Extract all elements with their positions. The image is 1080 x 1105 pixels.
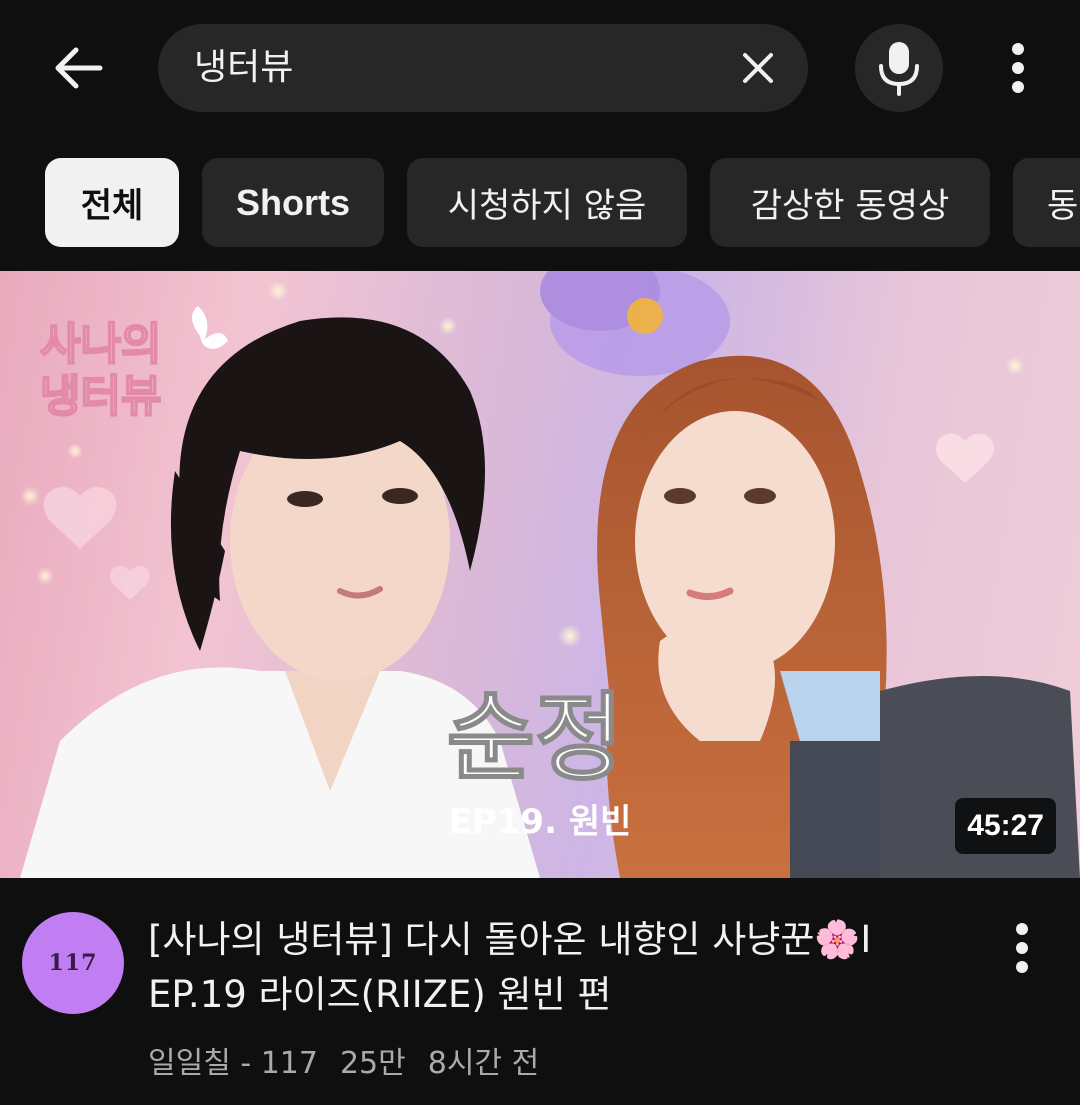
voice-search-button[interactable] <box>855 24 943 112</box>
video-metadata: 일일칠 - 117 25만 8시간 전 <box>148 1038 561 1082</box>
chip-videos[interactable]: 동 <box>1013 158 1080 247</box>
video-title-line1: [사나의 냉터뷰] 다시 돌아온 내향인 사냥꾼🌸I <box>148 918 872 961</box>
video-info: 117 [사나의 냉터뷰] 다시 돌아온 내향인 사냥꾼🌸I EP.19 라이즈… <box>0 878 1080 1105</box>
back-arrow-icon <box>55 47 103 89</box>
thumbnail-caption-main: 순정 <box>447 682 624 794</box>
butterfly-icon <box>191 306 228 350</box>
thumbnail-caption-sub: EP19. 원빈 <box>449 802 632 842</box>
search-input[interactable] <box>194 24 734 112</box>
channel-name[interactable]: 일일칠 - 117 <box>148 1046 318 1081</box>
more-vertical-icon <box>1012 43 1024 93</box>
chip-watched[interactable]: 감상한 동영상 <box>710 158 990 247</box>
upload-age: 8시간 전 <box>427 1046 540 1081</box>
video-thumbnail[interactable]: 순정 EP19. 원빈 사나의 냉터뷰 45:27 <box>0 271 1080 878</box>
more-vertical-icon <box>1016 923 1028 973</box>
video-title[interactable]: [사나의 냉터뷰] 다시 돌아온 내향인 사냥꾼🌸I EP.19 라이즈(RII… <box>148 912 968 1022</box>
avatar-logo-text: 117 <box>48 950 98 976</box>
video-duration: 45:27 <box>955 798 1056 854</box>
close-icon <box>743 53 773 83</box>
channel-avatar[interactable]: 117 <box>22 912 124 1014</box>
video-title-line2: EP.19 라이즈(RIIZE) 원빈 편 <box>148 973 612 1016</box>
clear-search-button[interactable] <box>736 46 780 90</box>
chip-all[interactable]: 전체 <box>45 158 179 247</box>
search-box[interactable] <box>158 24 808 112</box>
filter-chips: 전체 Shorts 시청하지 않음 감상한 동영상 동 <box>0 158 1080 248</box>
top-bar <box>0 0 1080 140</box>
back-button[interactable] <box>40 30 116 106</box>
thumbnail-artwork: 순정 EP19. 원빈 사나의 냉터뷰 <box>20 271 1080 878</box>
more-options-button[interactable] <box>988 36 1048 100</box>
thumbnail-logo-line1: 사나의 <box>40 319 161 370</box>
chip-shorts[interactable]: Shorts <box>202 158 384 247</box>
chip-unwatched[interactable]: 시청하지 않음 <box>407 158 687 247</box>
view-count: 25만 <box>339 1046 406 1081</box>
microphone-icon <box>879 42 919 96</box>
thumbnail-logo-line2: 냉터뷰 <box>40 371 161 422</box>
video-options-button[interactable] <box>996 918 1048 978</box>
